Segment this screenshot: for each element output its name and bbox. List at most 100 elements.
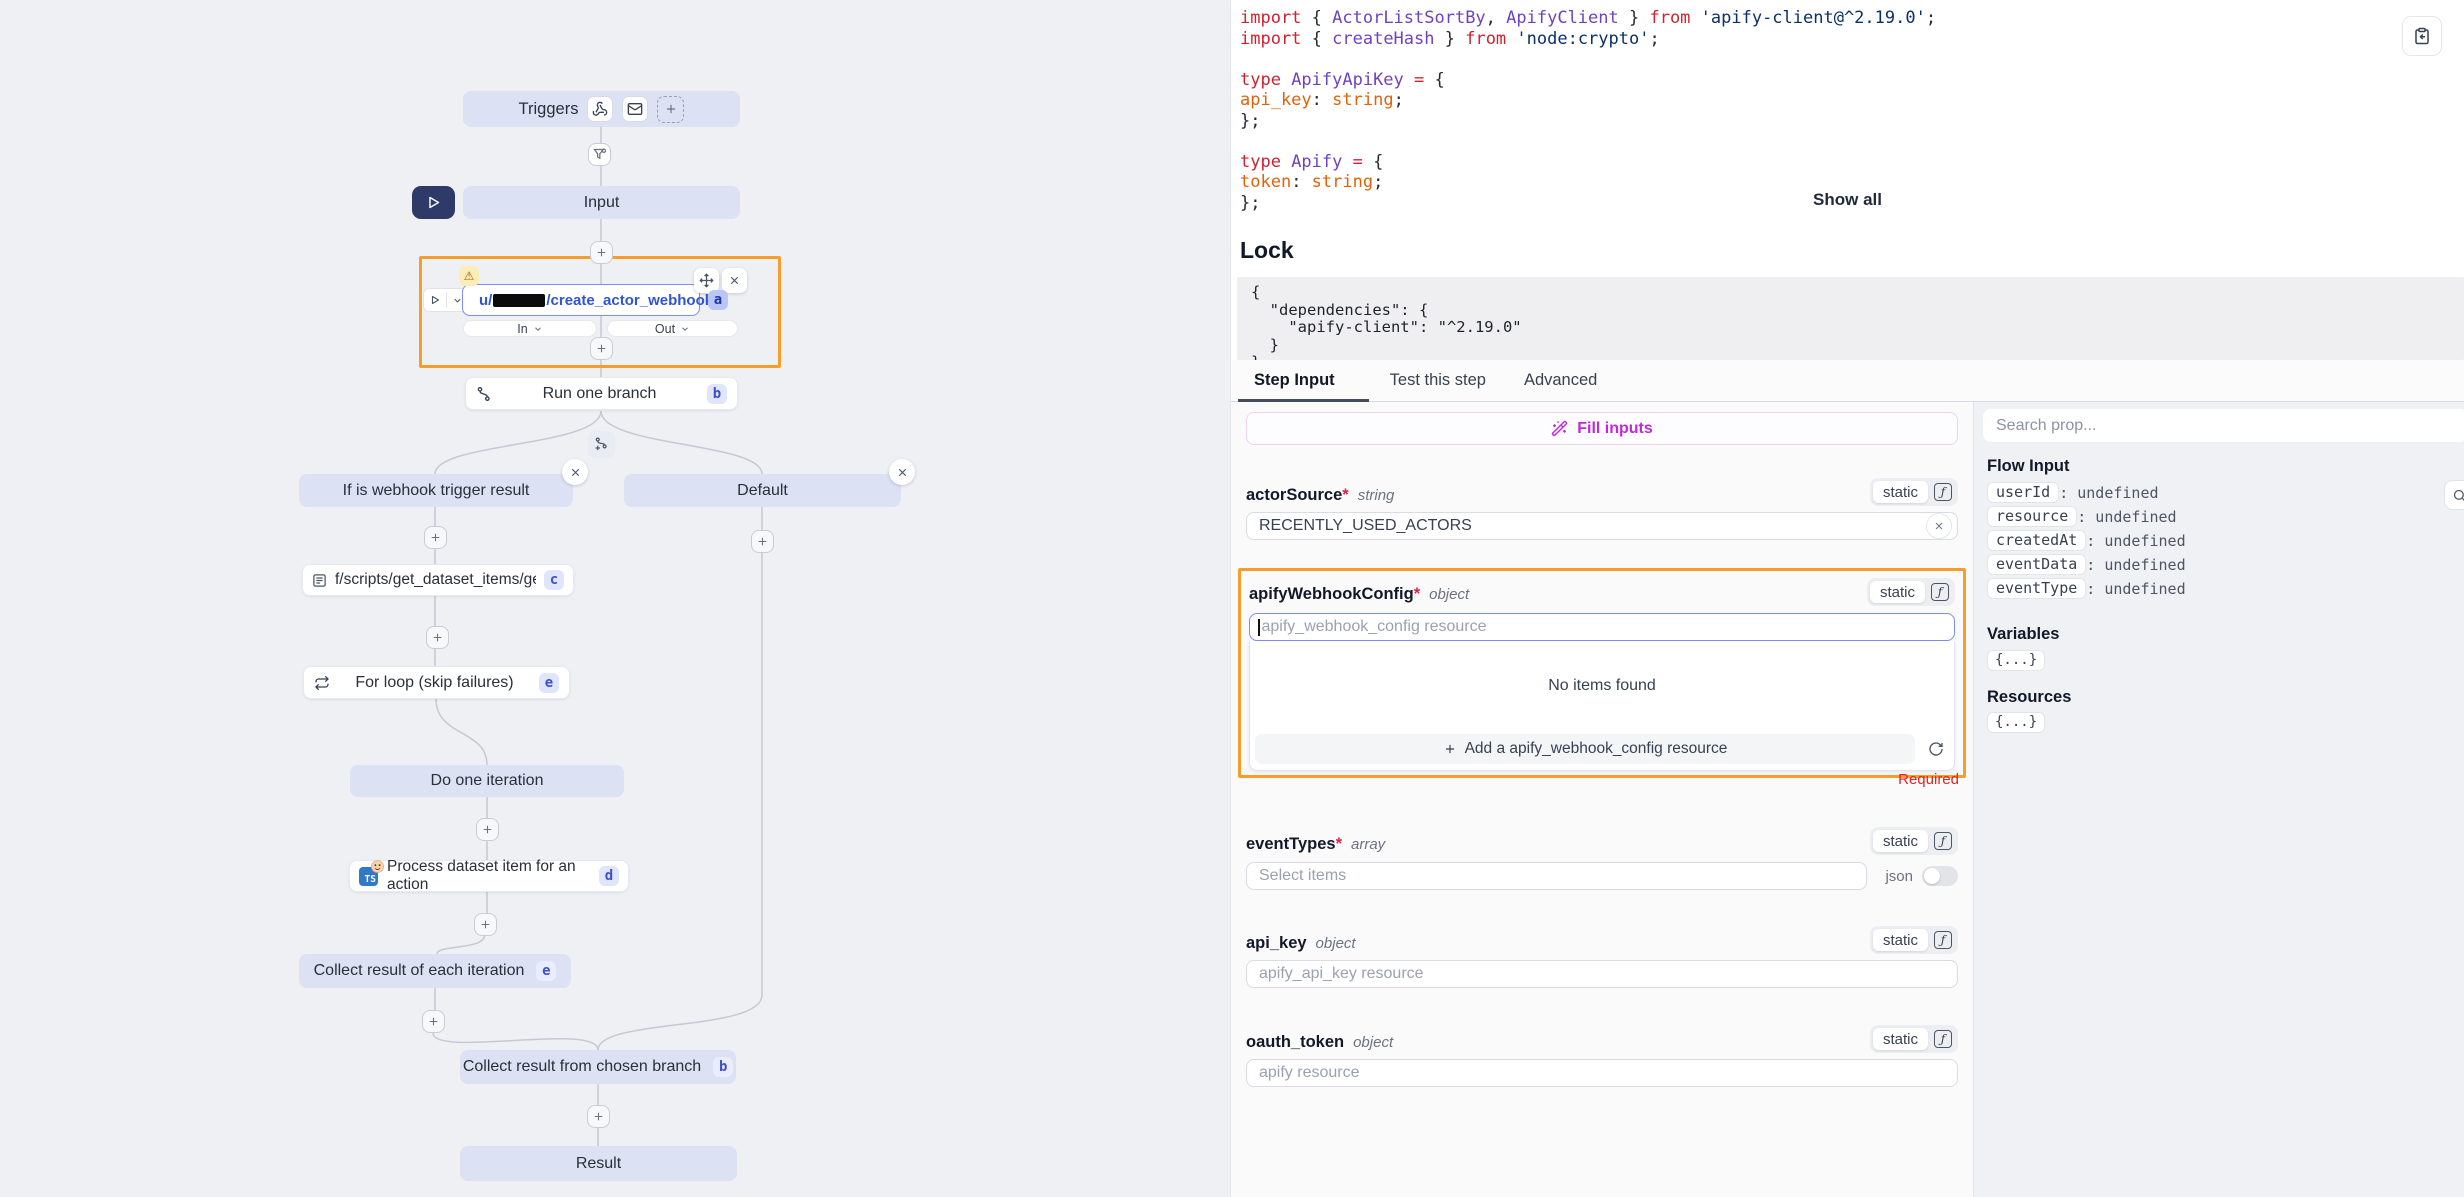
step-code-editor[interactable]: import { ActorListSortBy, ApifyClient } … <box>1240 8 1936 213</box>
prop-pill[interactable]: createdAt <box>1987 530 2086 551</box>
add-trigger-button[interactable] <box>657 96 684 123</box>
delete-step-button[interactable] <box>722 268 747 293</box>
clear-value-button[interactable] <box>1926 513 1952 539</box>
json-toggle-group[interactable]: json <box>1885 866 1958 886</box>
add-step-button[interactable] <box>590 241 613 264</box>
actorSource-input[interactable] <box>1246 512 1958 540</box>
add-step-button[interactable] <box>587 1105 610 1128</box>
input-mode-toggle[interactable]: static ƒ <box>1870 926 1958 954</box>
json-toggle[interactable] <box>1922 866 1958 886</box>
step-id-badge: b <box>707 384 727 404</box>
triggers-label: Triggers <box>519 100 579 119</box>
field-label-oauth-token: oauth_tokenobject <box>1246 1033 1393 1052</box>
static-mode-option[interactable]: static <box>1873 1028 1928 1050</box>
eventTypes-input[interactable] <box>1246 862 1867 890</box>
resource-placeholder: apify_webhook_config resource <box>1262 618 1487 636</box>
plus-icon <box>595 342 608 355</box>
flow-input-title: Flow Input <box>1987 457 2069 476</box>
expression-mode-option[interactable]: ƒ <box>1931 929 1955 951</box>
do-one-iteration-node[interactable]: Do one iteration <box>350 765 624 797</box>
if-branch-label: If is webhook trigger result <box>343 482 530 500</box>
expression-mode-option[interactable]: ƒ <box>1928 581 1952 603</box>
delete-branch-button[interactable] <box>562 459 588 485</box>
static-mode-option[interactable]: static <box>1873 929 1928 951</box>
default-branch-node[interactable]: Default <box>624 474 901 507</box>
apifyWebhookConfig-resource-input[interactable]: apify_webhook_config resource <box>1249 613 1955 641</box>
resources-badge[interactable]: {...} <box>1987 712 2045 733</box>
input-node[interactable]: Input <box>463 186 740 219</box>
preprocessor-filter-button[interactable] <box>588 143 611 166</box>
for-loop-label: For loop (skip failures) <box>330 674 539 692</box>
email-trigger-button[interactable] <box>622 96 648 122</box>
search-prop-input[interactable] <box>1983 409 2464 442</box>
tab-test-this-step[interactable]: Test this step <box>1390 371 1486 390</box>
collect-iteration-node[interactable]: Collect result of each iteration e <box>299 954 571 988</box>
plus-icon <box>431 631 444 644</box>
get-dataset-step[interactable]: f/scripts/get_dataset_items/get_d... c <box>302 564 574 596</box>
expression-mode-option[interactable]: ƒ <box>1931 830 1955 852</box>
run-flow-button[interactable] <box>412 186 455 219</box>
create-actor-webhook-step[interactable]: u//create_actor_webhook <box>462 284 700 316</box>
plus-icon <box>756 535 769 548</box>
add-step-button[interactable] <box>590 337 613 360</box>
field-label-eventTypes: eventTypes*array <box>1246 835 1385 854</box>
tab-step-input[interactable]: Step Input <box>1254 371 1335 390</box>
branch-plus-icon <box>594 437 609 452</box>
flow-input-prop-row: createdAt : undefined <box>1987 530 2186 551</box>
expression-mode-option[interactable]: ƒ <box>1931 481 1955 503</box>
static-mode-option[interactable]: static <box>1873 481 1928 503</box>
flow-canvas[interactable]: Triggers Input ⚠ u//create_actor_ <box>0 0 1230 1197</box>
play-icon <box>429 294 441 306</box>
step-input-pill[interactable]: In <box>463 320 597 337</box>
prop-pill[interactable]: userId <box>1987 482 2059 503</box>
add-step-button[interactable] <box>422 1010 445 1033</box>
delete-branch-button[interactable] <box>889 459 915 485</box>
api-key-input[interactable] <box>1246 960 1958 988</box>
for-loop-node[interactable]: For loop (skip failures) e <box>303 666 570 699</box>
toggle-knob <box>1924 868 1940 884</box>
add-step-button[interactable] <box>751 530 774 553</box>
input-mode-toggle[interactable]: static ƒ <box>1870 827 1958 855</box>
static-mode-option[interactable]: static <box>1870 581 1925 603</box>
show-all-button[interactable]: Show all <box>1231 190 2464 210</box>
process-item-label: Process dataset item for an action <box>387 858 590 894</box>
run-one-branch-node[interactable]: Run one branch b <box>465 377 738 410</box>
process-item-step[interactable]: TS Process dataset item for an action d <box>349 860 629 892</box>
add-branch-button[interactable] <box>588 431 615 458</box>
search-json-button[interactable] <box>2444 480 2464 510</box>
collect-branch-node[interactable]: Collect result from chosen branch b <box>460 1050 736 1084</box>
input-mode-toggle[interactable]: static ƒ <box>1870 1025 1958 1053</box>
add-step-button[interactable] <box>426 626 449 649</box>
script-icon <box>312 573 327 588</box>
run-step-button[interactable] <box>424 294 446 306</box>
copy-code-button[interactable] <box>2402 16 2442 56</box>
variables-badge[interactable]: {...} <box>1987 650 2045 671</box>
prop-pill[interactable]: resource <box>1987 506 2077 527</box>
field-label-api-key: api_keyobject <box>1246 934 1356 953</box>
input-mode-toggle[interactable]: static ƒ <box>1867 578 1955 606</box>
triggers-node[interactable]: Triggers <box>463 91 740 127</box>
input-mode-toggle[interactable]: static ƒ <box>1870 478 1958 506</box>
tab-advanced[interactable]: Advanced <box>1524 371 1597 390</box>
prop-pill[interactable]: eventType <box>1987 578 2086 599</box>
add-resource-button[interactable]: Add a apify_webhook_config resource <box>1255 734 1915 764</box>
refresh-resources-button[interactable] <box>1923 736 1949 762</box>
add-step-button[interactable] <box>474 913 497 936</box>
oauth-token-input[interactable] <box>1246 1059 1958 1087</box>
add-step-button[interactable] <box>424 526 447 549</box>
add-step-button[interactable] <box>476 818 499 841</box>
static-mode-option[interactable]: static <box>1873 830 1928 852</box>
result-node[interactable]: Result <box>460 1146 737 1181</box>
expression-mode-option[interactable]: ƒ <box>1931 1028 1955 1050</box>
step-output-pill[interactable]: Out <box>607 320 738 337</box>
required-error-label: Required <box>1898 771 1959 788</box>
prop-pill[interactable]: eventData <box>1987 554 2086 575</box>
step-id-badge: a <box>708 290 728 310</box>
fill-inputs-button[interactable]: Fill inputs <box>1246 412 1958 445</box>
if-branch-node[interactable]: If is webhook trigger result <box>299 474 573 507</box>
hub-script-face-icon <box>371 860 384 873</box>
step-id-badge: e <box>536 961 556 981</box>
webhook-trigger-button[interactable] <box>587 96 613 122</box>
flow-input-prop-row: resource : undefined <box>1987 506 2177 527</box>
clipboard-arrow-icon <box>2413 27 2431 45</box>
